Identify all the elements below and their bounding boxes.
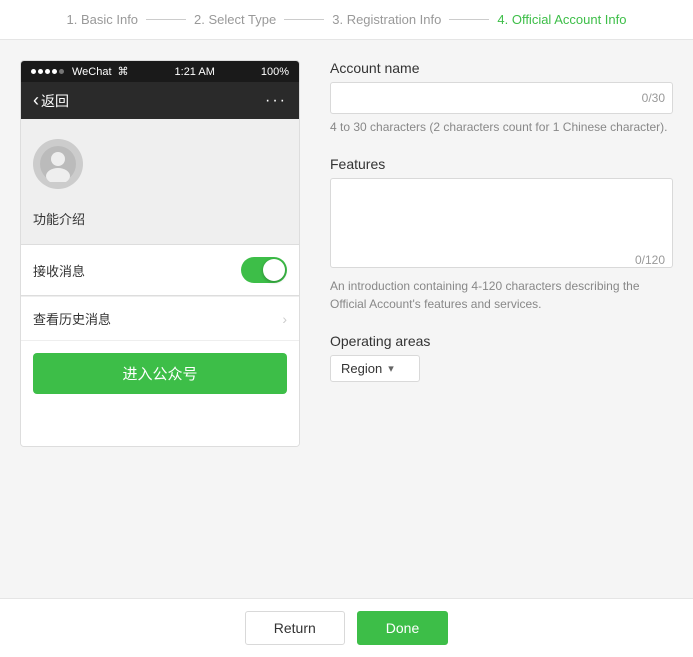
step-3-number: 3 bbox=[332, 12, 339, 27]
return-button[interactable]: Return bbox=[245, 611, 345, 645]
step-2: 2. Select Type bbox=[194, 12, 276, 27]
phone-bottom-spacer bbox=[21, 406, 299, 446]
chevron-right-icon: › bbox=[282, 311, 287, 327]
status-time: 1:21 AM bbox=[175, 66, 215, 78]
features-textarea[interactable] bbox=[330, 178, 673, 268]
step-2-text: Select Type bbox=[209, 12, 277, 27]
step-4-number: 4 bbox=[497, 12, 504, 27]
step-1: 1. Basic Info bbox=[66, 12, 138, 27]
features-hint: An introduction containing 4-120 charact… bbox=[330, 277, 673, 313]
receive-msg-label: 接收消息 bbox=[33, 261, 85, 280]
status-dot-4 bbox=[52, 69, 57, 74]
more-options-icon[interactable]: ··· bbox=[265, 92, 287, 110]
account-name-count: 0/30 bbox=[642, 91, 665, 105]
back-chevron-icon: ‹ bbox=[33, 90, 39, 111]
bottom-bar: Return Done bbox=[0, 598, 693, 657]
enter-account-button[interactable]: 进入公众号 bbox=[33, 353, 287, 394]
phone-mockup: WeChat ⌘ 1:21 AM 100% ‹ 返回 ··· bbox=[20, 60, 300, 447]
operating-areas-label: Operating areas bbox=[330, 333, 673, 349]
account-name-label: Account name bbox=[330, 60, 673, 76]
region-value: Region bbox=[341, 361, 382, 376]
features-section: Features 0/120 An introduction containin… bbox=[330, 156, 673, 313]
func-intro-text: 功能介绍 bbox=[33, 212, 85, 227]
receive-msg-row[interactable]: 接收消息 bbox=[21, 245, 299, 295]
avatar bbox=[33, 139, 83, 189]
account-name-hint: 4 to 30 characters (2 characters count f… bbox=[330, 118, 673, 136]
form-panel: Account name 0/30 4 to 30 characters (2 … bbox=[330, 60, 673, 447]
step-4-text: Official Account Info bbox=[512, 12, 627, 27]
step-4: 4. Official Account Info bbox=[497, 12, 626, 27]
status-dot-1 bbox=[31, 69, 36, 74]
phone-status-bar: WeChat ⌘ 1:21 AM 100% bbox=[21, 61, 299, 82]
step-1-label: 1 bbox=[66, 12, 73, 27]
back-button[interactable]: ‹ 返回 bbox=[33, 90, 69, 111]
back-label: 返回 bbox=[41, 91, 69, 111]
features-textarea-wrapper: 0/120 bbox=[330, 178, 673, 273]
wechat-label: WeChat bbox=[72, 66, 112, 78]
features-label: Features bbox=[330, 156, 673, 172]
avatar-icon bbox=[40, 146, 76, 182]
view-history-label: 查看历史消息 bbox=[33, 309, 111, 328]
status-dot-2 bbox=[38, 69, 43, 74]
status-dot-3 bbox=[45, 69, 50, 74]
stepper: 1. Basic Info 2. Select Type 3. Registra… bbox=[0, 0, 693, 40]
wifi-icon: ⌘ bbox=[118, 65, 129, 78]
step-divider-3 bbox=[449, 19, 489, 20]
account-name-input-wrapper: 0/30 bbox=[330, 82, 673, 114]
operating-areas-section: Operating areas Region ▾ bbox=[330, 333, 673, 382]
step-2-number: 2 bbox=[194, 12, 201, 27]
step-divider-1 bbox=[146, 19, 186, 20]
step-3-text: Registration Info bbox=[347, 12, 442, 27]
step-1-text: Basic Info bbox=[81, 12, 138, 27]
receive-msg-toggle[interactable] bbox=[241, 257, 287, 283]
step-3: 3. Registration Info bbox=[332, 12, 441, 27]
account-name-input[interactable] bbox=[330, 82, 673, 114]
toggle-knob bbox=[263, 259, 285, 281]
region-select[interactable]: Region ▾ bbox=[330, 355, 420, 382]
dropdown-arrow-icon: ▾ bbox=[388, 362, 394, 375]
profile-section bbox=[21, 119, 299, 201]
account-name-section: Account name 0/30 4 to 30 characters (2 … bbox=[330, 60, 673, 136]
features-count: 0/120 bbox=[635, 253, 665, 267]
func-intro-section: 功能介绍 bbox=[21, 201, 299, 244]
phone-nav-bar: ‹ 返回 ··· bbox=[21, 82, 299, 119]
enter-btn-row: 进入公众号 bbox=[21, 340, 299, 406]
status-left: WeChat ⌘ bbox=[31, 65, 129, 78]
view-history-row[interactable]: 查看历史消息 › bbox=[21, 296, 299, 340]
step-divider-2 bbox=[284, 19, 324, 20]
status-dots bbox=[31, 69, 64, 74]
main-content: WeChat ⌘ 1:21 AM 100% ‹ 返回 ··· bbox=[0, 40, 693, 467]
battery-label: 100% bbox=[261, 66, 289, 78]
done-button[interactable]: Done bbox=[357, 611, 448, 645]
